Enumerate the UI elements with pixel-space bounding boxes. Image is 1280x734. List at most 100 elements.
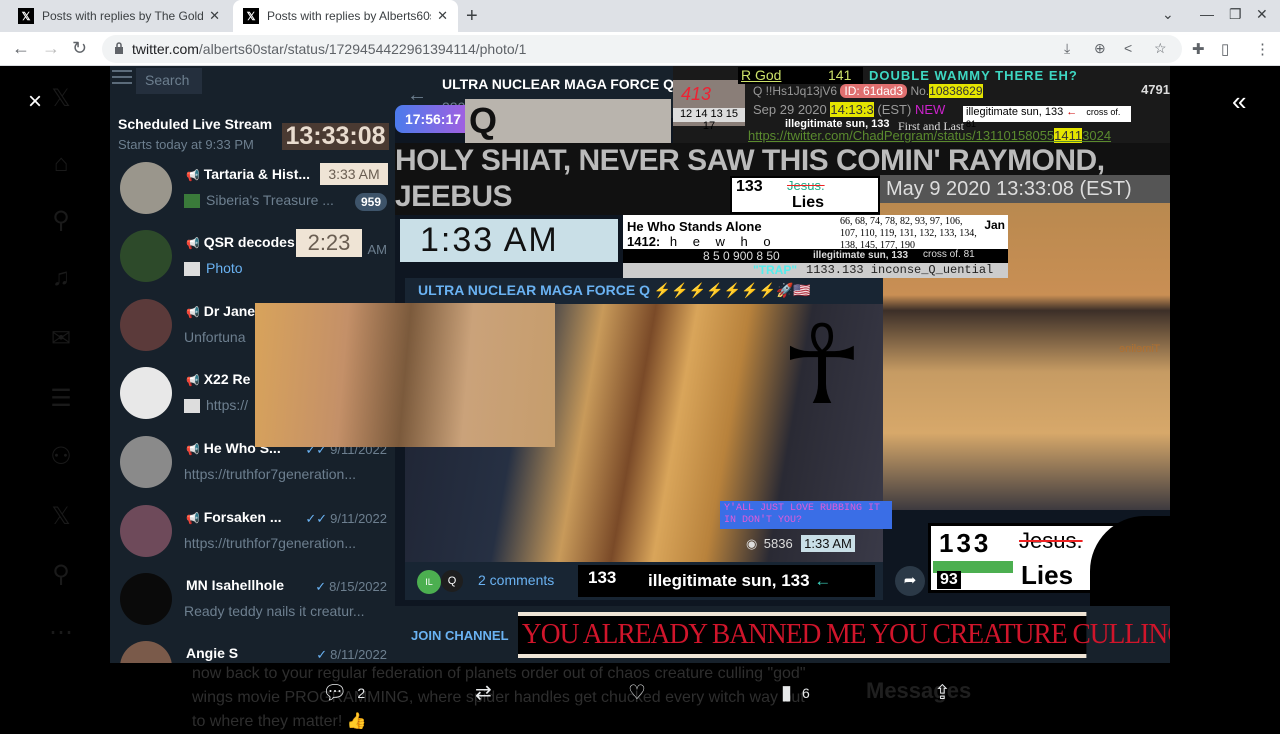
hamburger-menu-icon[interactable]: [112, 70, 132, 84]
x-logo-icon[interactable]: 𝕏: [48, 84, 74, 112]
messages-icon[interactable]: ✉: [48, 324, 74, 352]
commenter-avatar: IL: [417, 570, 441, 594]
address-bar[interactable]: twitter.com/alberts60star/status/1729454…: [102, 35, 1182, 63]
chat-item[interactable]: 📢 Forsaken ... ✓✓ 9/11/2022 https://truthf…: [110, 505, 395, 573]
share-icon[interactable]: <: [1124, 40, 1132, 56]
lists-icon[interactable]: ☰: [48, 384, 74, 412]
overlay-text: 133: [736, 178, 763, 195]
close-tab-icon[interactable]: ✕: [209, 8, 220, 24]
overlay-text: Jesus.: [1019, 528, 1083, 553]
close-tab-icon[interactable]: ✕: [437, 8, 448, 24]
chat-name: MN Isahellhole: [186, 577, 285, 593]
megaphone-icon: 📢: [186, 375, 200, 387]
profile-icon[interactable]: ⚲: [48, 560, 74, 588]
avatar: [120, 230, 172, 282]
time-overlay: 2:23: [296, 229, 362, 257]
overlay-text: He Who Stands Alone: [627, 219, 762, 234]
chat-name: 📢 Forsaken ...: [186, 509, 282, 525]
explore-icon[interactable]: ⚲: [48, 206, 74, 234]
new-tab-button[interactable]: +: [466, 5, 478, 28]
install-icon[interactable]: ⤓: [1064, 40, 1070, 57]
share-button[interactable]: ⇪: [934, 680, 951, 705]
back-arrow-icon[interactable]: ←: [407, 84, 427, 107]
avatar: [120, 573, 172, 625]
menu-icon[interactable]: ⋮: [1255, 40, 1270, 58]
avatar: [120, 367, 172, 419]
overlay-text: Jan: [984, 218, 1005, 232]
overlay-bar: "TRAP" 1133.133 inconse_Q_uential trap: [623, 263, 1008, 278]
overlay-text: Lies: [792, 194, 825, 211]
scheduled-stream-title: Scheduled Live Stream: [118, 116, 273, 132]
back-icon[interactable]: ←: [12, 38, 30, 59]
post-footer: IL Q 2 comments 133 illegitimate sun, 13…: [405, 562, 883, 600]
megaphone-icon: 📢: [186, 444, 200, 456]
chat-item[interactable]: Angie S ✓ 8/11/2022: [110, 641, 395, 663]
communities-icon[interactable]: ⚇: [48, 442, 74, 470]
double-check-icon: ✓✓: [305, 511, 328, 526]
double-wammy-text: DOUBLE WAMMY THERE EH?: [869, 68, 1078, 83]
megaphone-icon: 📢: [186, 170, 200, 182]
extensions-icon[interactable]: ✚: [1192, 40, 1205, 58]
chat-item[interactable]: MN Isahellhole ✓ 8/15/2022 Ready teddy na…: [110, 573, 395, 641]
zoom-icon[interactable]: ⊕: [1094, 40, 1106, 57]
avatar: [120, 505, 172, 557]
post-time: 1:33 AM: [801, 535, 855, 552]
check-icon: ✓: [316, 647, 328, 662]
tab-search-icon[interactable]: ⌄: [1162, 6, 1174, 23]
lock-icon: [115, 42, 123, 54]
views-button[interactable]: ▮ 6: [781, 680, 810, 705]
banned-banner: YOU ALREADY BANNED ME YOU CREATURE CULLI…: [518, 612, 1170, 658]
browser-tab[interactable]: 𝕏 Posts with replies by The GoldFi ✕: [8, 0, 230, 32]
thumbnail-icon: [184, 262, 200, 277]
view-count: 5836: [763, 536, 793, 551]
repost-button[interactable]: ⇄: [475, 680, 492, 705]
chat-preview: Photo: [184, 260, 243, 277]
side-panel-icon[interactable]: ▯: [1221, 40, 1229, 58]
post-views: ◉ 5836 1:33 AM: [746, 535, 876, 555]
messages-drawer-label[interactable]: Messages: [866, 678, 971, 704]
heart-icon: ♡: [628, 682, 646, 704]
forward-button[interactable]: ➦: [895, 566, 925, 596]
like-button[interactable]: ♡: [628, 680, 646, 705]
thumbnail-icon: [184, 399, 200, 414]
overlay-bar: 8 5 0 900 8 50 illegitimate sun, 133 cro…: [623, 249, 1008, 263]
more-icon[interactable]: ⋯: [48, 618, 74, 646]
post-header[interactable]: ULTRA NUCLEAR MAGA FORCE Q ⚡⚡⚡⚡⚡⚡⚡🚀🇺🇸: [405, 278, 883, 304]
join-channel-button[interactable]: JOIN CHANNEL: [411, 628, 509, 643]
chat-preview: https://truthfor7generation...: [184, 466, 356, 482]
close-viewer-button[interactable]: ×: [22, 88, 48, 116]
telegram-search-input[interactable]: Search: [136, 68, 202, 94]
tab-title: Posts with replies by Alberts60st: [267, 9, 432, 23]
bookmark-star-icon[interactable]: ☆: [1154, 40, 1167, 57]
join-channel-row: JOIN CHANNEL YOU ALREADY BANNED ME YOU C…: [395, 606, 1170, 663]
comments-link[interactable]: 2 comments: [478, 572, 554, 588]
media-image[interactable]: Search Scheduled Live Stream Starts toda…: [110, 66, 1170, 663]
expand-sidebar-button[interactable]: «: [1232, 86, 1246, 117]
close-window-icon[interactable]: ✕: [1256, 6, 1268, 23]
chat-preview: Unfortuna: [184, 329, 246, 345]
twitter-link[interactable]: https://twitter.com/ChadPergram/status/1…: [748, 128, 1111, 143]
chat-name: 📢 Tartaria & Hist...: [186, 166, 311, 182]
browser-tab-active[interactable]: 𝕏 Posts with replies by Alberts60st ✕: [233, 0, 458, 32]
reload-icon[interactable]: ↻: [72, 38, 87, 59]
restore-icon[interactable]: ❐: [1229, 6, 1242, 23]
megaphone-icon: 📢: [186, 513, 200, 525]
reply-button[interactable]: 💬︎ 2: [322, 680, 365, 705]
chat-date: ✓✓ 9/11/2022: [305, 511, 387, 526]
chat-preview: Ready teddy nails it creatur...: [184, 603, 365, 619]
ankh-icon: ☥: [780, 304, 863, 427]
x-nav-rail: 𝕏 ⌂ ⚲ ♫ ✉ ☰ ⚇ 𝕏 ⚲ ⋯: [40, 66, 80, 720]
browser-tab-bar: 𝕏 Posts with replies by The GoldFi ✕ 𝕏 P…: [0, 0, 1280, 32]
premium-icon[interactable]: 𝕏: [48, 502, 74, 530]
minimize-icon[interactable]: —: [1200, 6, 1214, 22]
avatar: [120, 299, 172, 351]
home-icon[interactable]: ⌂: [48, 150, 74, 177]
view-count: 6: [802, 684, 810, 701]
painting-overlay: [255, 303, 555, 447]
chat-date: ✓ 8/11/2022: [316, 647, 387, 662]
time-overlay: 3:33 AM: [320, 163, 388, 185]
notifications-icon[interactable]: ♫: [48, 264, 74, 291]
forward-icon[interactable]: →: [42, 38, 60, 59]
overlay-text: 93: [937, 571, 961, 589]
x-logo-icon: 𝕏: [18, 8, 34, 24]
